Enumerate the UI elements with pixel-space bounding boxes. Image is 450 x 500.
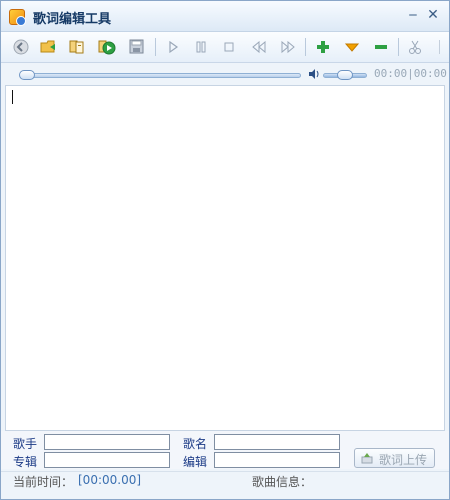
- lyrics-text-area[interactable]: [5, 85, 445, 431]
- song-title-label: 歌名: [183, 437, 208, 451]
- add-icon[interactable]: [313, 38, 333, 56]
- upload-icon: [361, 453, 373, 464]
- progress-slider-track[interactable]: [21, 73, 301, 78]
- back-icon[interactable]: [11, 38, 31, 56]
- progress-slider-thumb[interactable]: [19, 70, 35, 80]
- copy-icon[interactable]: [67, 38, 87, 56]
- play-icon[interactable]: [163, 38, 183, 56]
- singer-field[interactable]: [44, 434, 170, 450]
- song-info-label: 歌曲信息：: [252, 475, 313, 489]
- remove-icon[interactable]: [371, 38, 391, 56]
- toolbar-separator: [305, 38, 306, 56]
- volume-slider-thumb[interactable]: [337, 70, 353, 80]
- minimize-button[interactable]: ‒: [405, 7, 421, 23]
- toolbar: [1, 32, 449, 63]
- toolbar-separator: [155, 38, 156, 56]
- editor-label: 编辑: [183, 455, 208, 469]
- lyrics-editor-window: 歌词编辑工具 ‒ ✕ 00:00|00:00 歌手 专辑 歌名 编辑 歌词上传 …: [0, 0, 450, 500]
- close-button[interactable]: ✕: [425, 7, 441, 23]
- current-time-value: [00:00.00]: [78, 473, 142, 487]
- volume-icon[interactable]: [308, 68, 320, 80]
- text-caret: [12, 90, 13, 104]
- fast-forward-icon[interactable]: [278, 38, 298, 56]
- singer-label: 歌手: [13, 437, 38, 451]
- toolbar-overflow[interactable]: [439, 40, 444, 54]
- play-green-icon[interactable]: [97, 38, 117, 56]
- pause-icon[interactable]: [191, 38, 211, 56]
- cut-icon[interactable]: [405, 38, 425, 56]
- down-arrow-icon[interactable]: [342, 38, 362, 56]
- save-icon[interactable]: [127, 38, 147, 56]
- rewind-icon[interactable]: [249, 38, 269, 56]
- current-time-label: 当前时间：: [13, 475, 74, 489]
- editor-field[interactable]: [214, 452, 340, 468]
- album-label: 专辑: [13, 455, 38, 469]
- title-bar: 歌词编辑工具 ‒ ✕: [1, 1, 449, 32]
- window-title: 歌词编辑工具: [33, 12, 112, 27]
- song-title-field[interactable]: [214, 434, 340, 450]
- app-icon: [9, 9, 26, 26]
- album-field[interactable]: [44, 452, 170, 468]
- open-folder-icon[interactable]: [39, 38, 59, 56]
- toolbar-separator: [398, 38, 399, 56]
- stop-icon[interactable]: [219, 38, 239, 56]
- upload-lyrics-button[interactable]: 歌词上传: [354, 448, 435, 468]
- upload-lyrics-label: 歌词上传: [379, 453, 428, 467]
- playback-time: 00:00|00:00: [374, 67, 447, 80]
